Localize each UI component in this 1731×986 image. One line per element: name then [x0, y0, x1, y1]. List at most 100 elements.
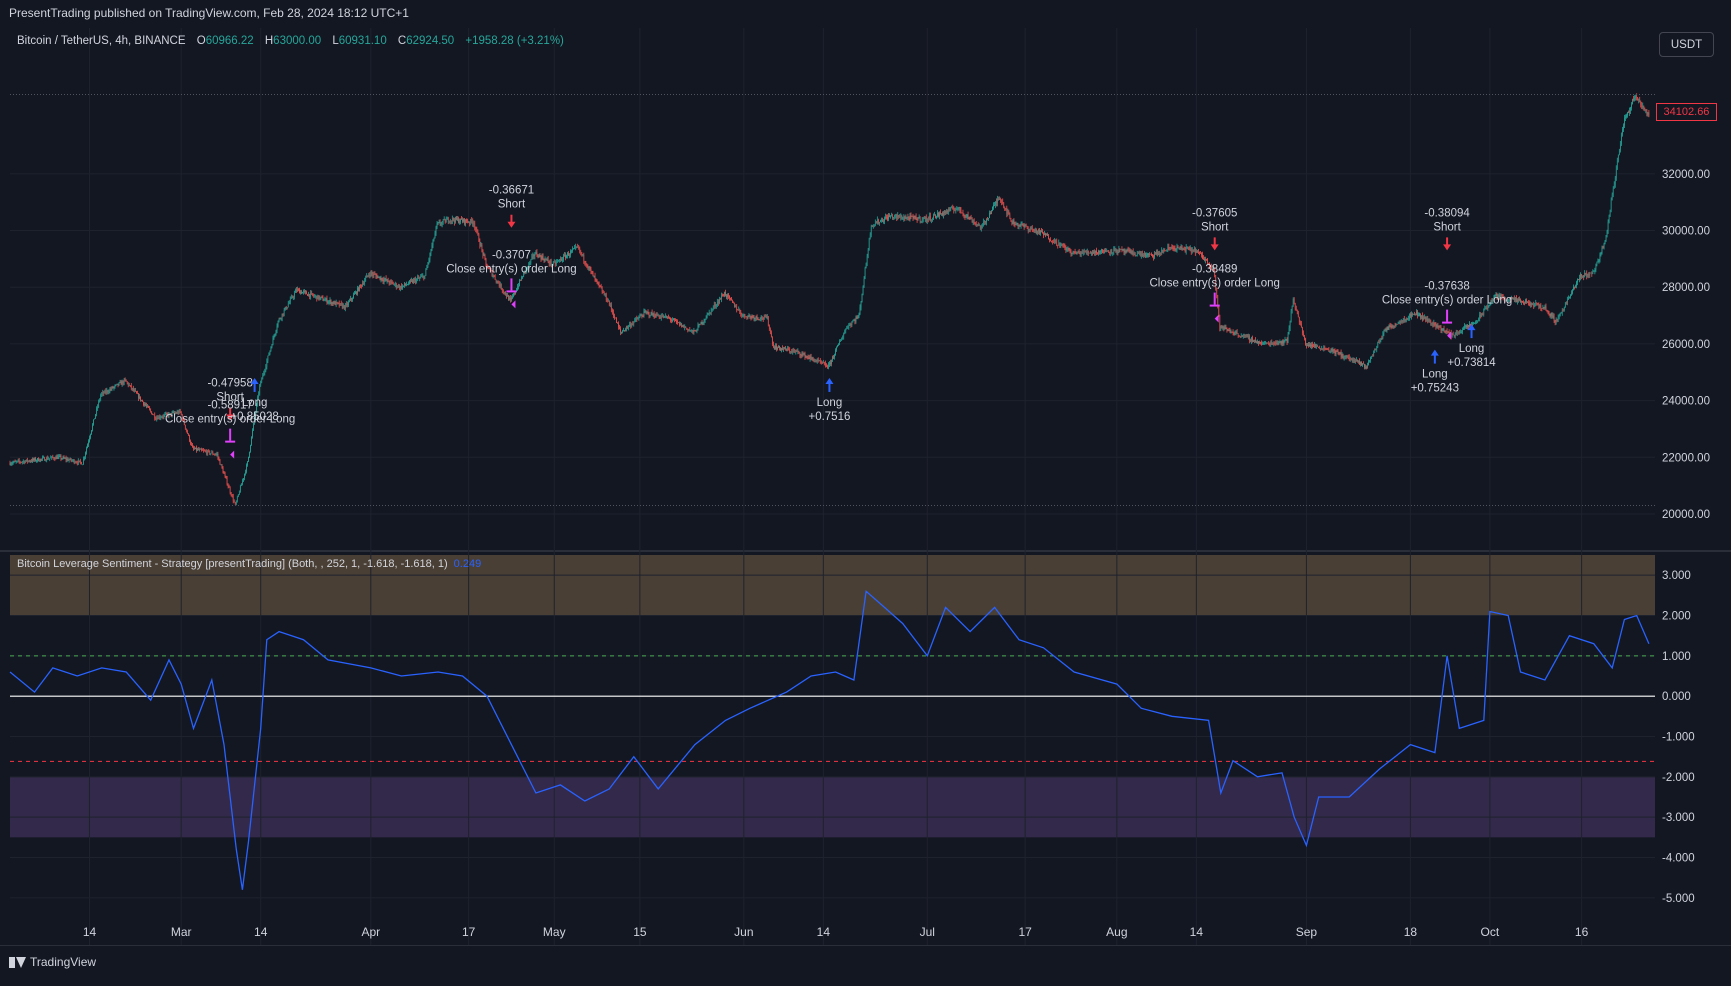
candle — [465, 219, 466, 224]
candle — [286, 307, 288, 309]
candle — [962, 212, 964, 215]
indicator-title[interactable]: Bitcoin Leverage Sentiment - Strategy [p… — [17, 558, 448, 570]
candle — [1579, 277, 1580, 281]
candle — [1404, 319, 1406, 322]
candle — [1390, 326, 1392, 328]
candle — [110, 389, 112, 390]
candle — [1346, 355, 1348, 358]
candle — [749, 315, 751, 317]
candle — [869, 234, 871, 239]
candle — [1548, 311, 1550, 314]
candle — [34, 458, 35, 461]
symbol-name[interactable]: Bitcoin / TetherUS, 4h, BINANCE — [17, 35, 186, 47]
candle — [112, 386, 114, 389]
candle — [656, 313, 658, 316]
candle — [690, 330, 692, 332]
candle — [1297, 312, 1299, 318]
candle — [1481, 313, 1483, 317]
candle — [1486, 307, 1488, 310]
candle — [850, 324, 852, 325]
tradingview-brand[interactable]: TradingView — [9, 955, 96, 969]
candle — [1066, 249, 1068, 251]
candle — [827, 366, 828, 368]
candle — [74, 462, 76, 464]
chart-canvas[interactable]: -0.47958Short-0.58917Close entry(s) orde… — [0, 0, 1731, 981]
candle — [355, 291, 356, 294]
candle — [1040, 230, 1041, 234]
candle — [1517, 300, 1518, 303]
candle — [886, 216, 887, 218]
candle — [379, 276, 381, 280]
candle — [1547, 310, 1549, 312]
candle — [1388, 325, 1390, 330]
candle — [1580, 274, 1581, 278]
candle — [961, 212, 963, 214]
candle — [382, 280, 384, 282]
candle — [197, 449, 198, 451]
candle — [1089, 252, 1090, 254]
candle — [429, 253, 431, 260]
candle — [95, 414, 96, 419]
candle — [211, 452, 213, 454]
currency-button[interactable]: USDT — [1659, 32, 1714, 57]
candle — [1596, 262, 1598, 265]
candle — [1343, 356, 1345, 358]
candle — [613, 312, 614, 317]
candle — [1125, 251, 1127, 253]
trade-label: Short — [498, 199, 526, 211]
candle — [1085, 251, 1087, 253]
candle — [623, 330, 624, 332]
candle — [1417, 311, 1418, 316]
candle — [1364, 363, 1365, 368]
candle — [1625, 116, 1626, 118]
candle — [1147, 253, 1148, 256]
candle — [576, 246, 577, 248]
candle — [494, 276, 496, 280]
candle — [1076, 252, 1078, 255]
indicator-legend[interactable]: Bitcoin Leverage Sentiment - Strategy [p… — [17, 558, 481, 570]
candle — [917, 218, 919, 221]
candle — [22, 461, 24, 462]
candle — [975, 223, 977, 225]
candle — [222, 468, 224, 473]
candle — [633, 321, 635, 325]
candle — [1148, 253, 1149, 255]
candle — [1245, 335, 1247, 337]
candle — [649, 315, 651, 317]
candle — [374, 273, 376, 275]
x-tick-label: Jun — [734, 925, 753, 939]
candle — [933, 215, 934, 219]
candle — [782, 348, 783, 350]
candle — [1567, 299, 1568, 303]
candle — [803, 353, 805, 355]
x-tick-label: 17 — [1018, 925, 1032, 939]
candle — [1643, 105, 1645, 110]
candle — [654, 316, 656, 318]
candle — [1483, 309, 1485, 315]
candle — [270, 347, 272, 351]
candle — [424, 275, 426, 279]
candle — [1366, 367, 1367, 369]
candle — [237, 494, 239, 497]
price-tick-label: 26000.00 — [1662, 339, 1710, 351]
candle — [1541, 308, 1543, 309]
candle — [1597, 260, 1599, 263]
candle — [116, 383, 118, 385]
candle — [192, 444, 193, 448]
candle — [846, 328, 848, 330]
candle — [495, 279, 497, 282]
candle — [1119, 248, 1121, 250]
candle — [891, 215, 892, 217]
sentiment-tick-label: -2.000 — [1662, 772, 1695, 784]
candle — [1542, 307, 1544, 309]
candle — [873, 224, 875, 226]
candle — [1278, 342, 1280, 344]
candle — [1113, 248, 1115, 253]
candle — [1242, 335, 1244, 337]
candle — [909, 215, 911, 220]
candle — [76, 462, 78, 464]
candle — [604, 294, 606, 296]
candle — [1436, 325, 1438, 327]
candle — [454, 220, 455, 223]
candle — [888, 215, 889, 220]
